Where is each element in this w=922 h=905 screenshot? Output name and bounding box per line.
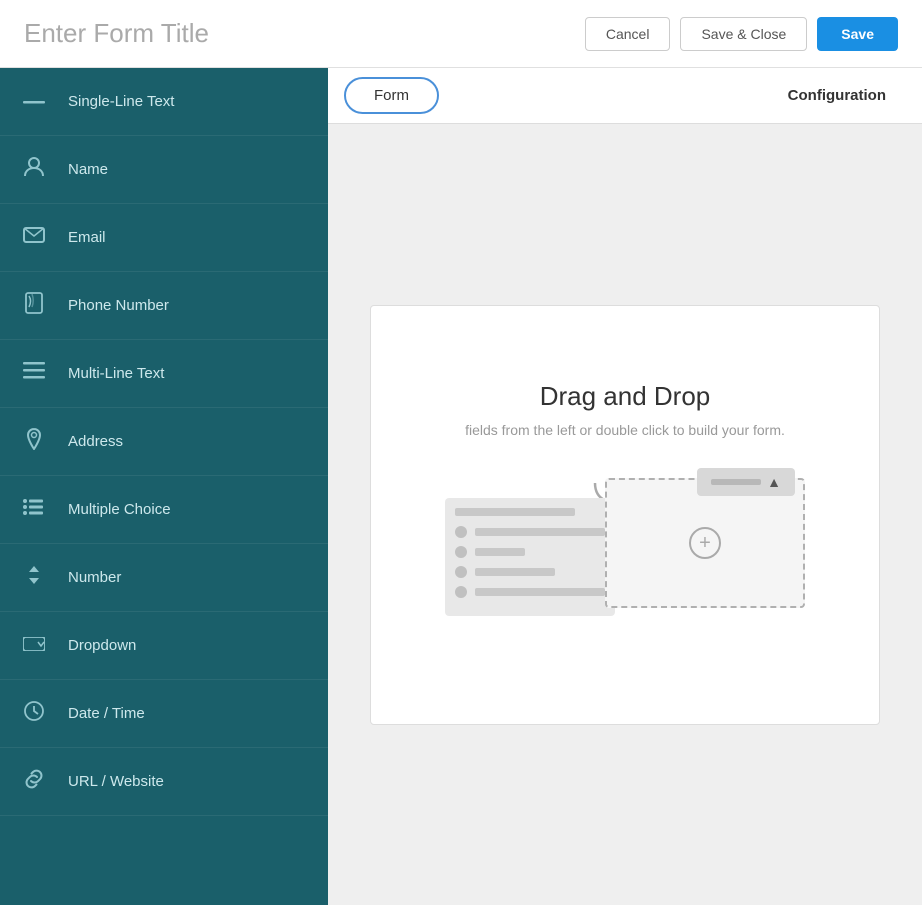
sidebar-label: Date / Time xyxy=(68,705,145,722)
sidebar-label: Address xyxy=(68,433,123,450)
url-icon xyxy=(20,768,48,795)
tab-configuration[interactable]: Configuration xyxy=(768,79,906,112)
single-line-text-icon xyxy=(20,91,48,112)
sidebar: Single-Line Text Name Email Phone Number xyxy=(0,68,328,905)
tab-form[interactable]: Form xyxy=(344,77,439,114)
illus-right-panel: + xyxy=(605,478,805,608)
sidebar-label: Name xyxy=(68,161,108,178)
sidebar-item-name[interactable]: Name xyxy=(0,136,328,204)
drag-drop-illustration: + ▲ xyxy=(445,468,805,648)
sidebar-item-multi-line-text[interactable]: Multi-Line Text xyxy=(0,340,328,408)
multiple-choice-icon xyxy=(20,498,48,521)
sidebar-item-multiple-choice[interactable]: Multiple Choice xyxy=(0,476,328,544)
multi-line-text-icon xyxy=(20,362,48,385)
date-time-icon xyxy=(20,701,48,726)
form-canvas-inner: Drag and Drop fields from the left or do… xyxy=(370,305,880,725)
sidebar-item-number[interactable]: Number xyxy=(0,544,328,612)
drag-drop-title: Drag and Drop xyxy=(540,381,711,412)
number-icon xyxy=(20,564,48,591)
app-header: Enter Form Title Cancel Save & Close Sav… xyxy=(0,0,922,68)
sidebar-label: Dropdown xyxy=(68,637,136,654)
illus-left-panel xyxy=(445,498,615,616)
main-layout: Single-Line Text Name Email Phone Number xyxy=(0,68,922,905)
save-close-button[interactable]: Save & Close xyxy=(680,17,807,51)
tabs-bar: Form Configuration xyxy=(328,68,922,124)
dropdown-icon xyxy=(20,635,48,656)
sidebar-item-single-line-text[interactable]: Single-Line Text xyxy=(0,68,328,136)
form-canvas: Drag and Drop fields from the left or do… xyxy=(328,124,922,905)
address-icon xyxy=(20,428,48,455)
sidebar-label: Multiple Choice xyxy=(68,501,171,518)
sidebar-item-email[interactable]: Email xyxy=(0,204,328,272)
name-icon xyxy=(20,156,48,183)
content-area: Form Configuration Drag and Drop fields … xyxy=(328,68,922,905)
sidebar-item-phone-number[interactable]: Phone Number xyxy=(0,272,328,340)
save-button[interactable]: Save xyxy=(817,17,898,51)
sidebar-label: Single-Line Text xyxy=(68,93,174,110)
illus-plus-icon: + xyxy=(689,527,721,559)
sidebar-item-dropdown[interactable]: Dropdown xyxy=(0,612,328,680)
sidebar-label: Multi-Line Text xyxy=(68,365,164,382)
sidebar-label: Number xyxy=(68,569,121,586)
sidebar-item-url-website[interactable]: URL / Website xyxy=(0,748,328,816)
sidebar-item-address[interactable]: Address xyxy=(0,408,328,476)
form-title[interactable]: Enter Form Title xyxy=(24,18,209,49)
illus-floating-card: ▲ xyxy=(697,468,795,496)
header-actions: Cancel Save & Close Save xyxy=(585,17,898,51)
cancel-button[interactable]: Cancel xyxy=(585,17,671,51)
sidebar-label: Phone Number xyxy=(68,297,169,314)
sidebar-label: Email xyxy=(68,229,106,246)
phone-icon xyxy=(20,292,48,319)
drag-drop-subtitle: fields from the left or double click to … xyxy=(465,422,785,438)
sidebar-item-date-time[interactable]: Date / Time xyxy=(0,680,328,748)
sidebar-label: URL / Website xyxy=(68,773,164,790)
cursor-icon: ▲ xyxy=(767,474,781,490)
email-icon xyxy=(20,227,48,248)
